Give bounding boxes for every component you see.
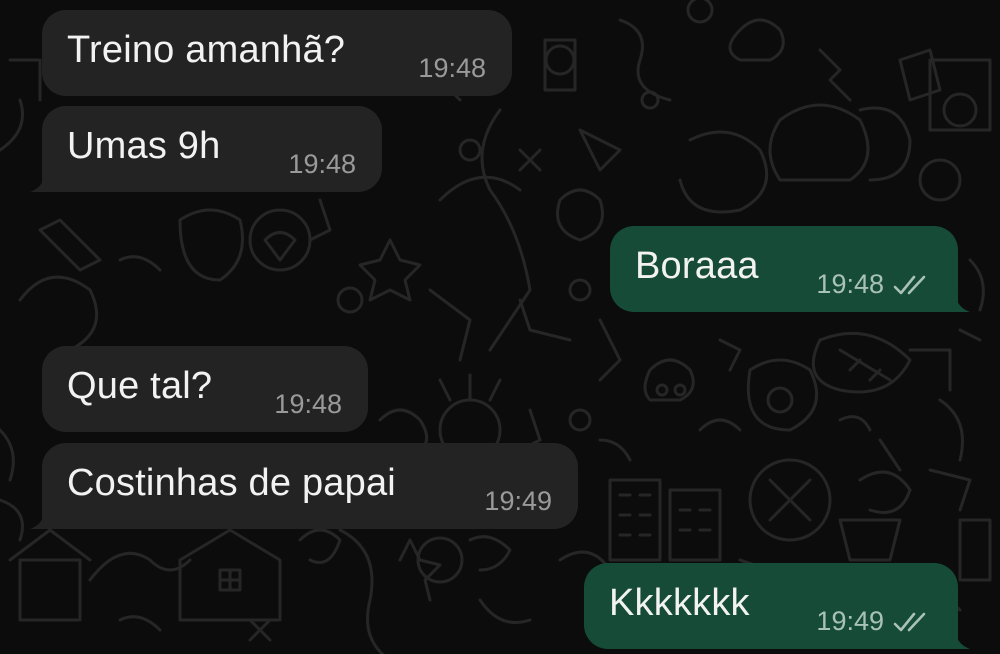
bubble-tail <box>30 170 52 192</box>
message-meta: 19:48 <box>288 149 356 180</box>
message-meta: 19:49 <box>816 606 932 637</box>
message-bubble-incoming[interactable]: Que tal? 19:48 <box>42 346 368 432</box>
message-time: 19:48 <box>418 53 486 83</box>
message-time: 19:48 <box>288 149 356 179</box>
message-text: Que tal? <box>67 365 213 407</box>
message-meta: 19:48 <box>418 53 486 84</box>
message-time: 19:48 <box>816 269 884 299</box>
doodle-wallpaper <box>0 0 992 654</box>
message-bubble-incoming[interactable]: Costinhas de papai 19:49 <box>30 443 578 529</box>
bubble-tail <box>30 507 52 529</box>
message-meta: 19:49 <box>484 486 552 517</box>
double-check-icon <box>892 273 932 297</box>
message-time: 19:49 <box>484 486 552 516</box>
message-text: Boraaa <box>635 245 759 287</box>
message-bubble-incoming[interactable]: Umas 9h 19:48 <box>30 106 382 192</box>
message-bubble-incoming[interactable]: Treino amanhã? 19:48 <box>42 10 512 96</box>
message-time: 19:49 <box>816 606 884 636</box>
message-text: Costinhas de papai <box>67 462 396 504</box>
message-text: Kkkkkkk <box>609 582 750 624</box>
double-check-icon <box>892 610 932 634</box>
message-bubble-outgoing[interactable]: Kkkkkkk 19:49 <box>584 563 970 649</box>
message-meta: 19:48 <box>274 389 342 420</box>
message-time: 19:48 <box>274 389 342 419</box>
message-text: Umas 9h <box>67 125 221 167</box>
bubble-tail <box>948 627 970 649</box>
chat-area[interactable]: Treino amanhã? 19:48 Umas 9h 19:48 Boraa… <box>0 0 1000 654</box>
message-bubble-outgoing[interactable]: Boraaa 19:48 <box>610 226 970 312</box>
message-text: Treino amanhã? <box>67 29 346 71</box>
bubble-tail <box>948 290 970 312</box>
message-meta: 19:48 <box>816 269 932 300</box>
